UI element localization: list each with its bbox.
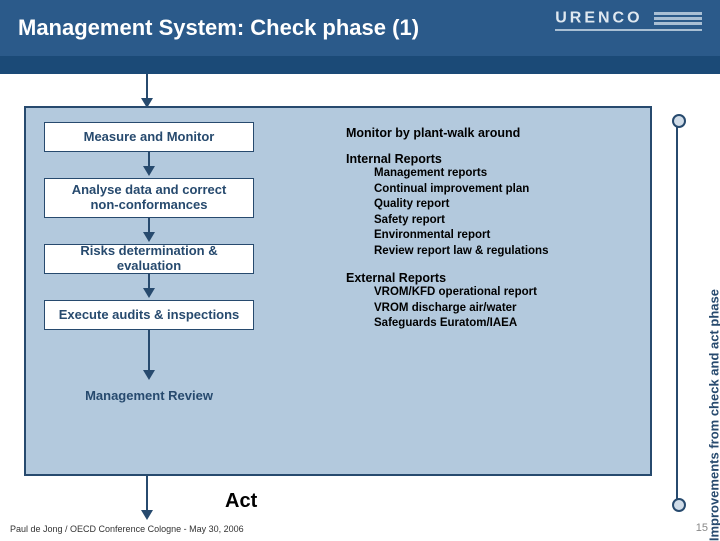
box-audits: Execute audits & inspections (44, 300, 254, 330)
internal-reports-heading: Internal Reports (346, 152, 626, 166)
page-title: Management System: Check phase (1) (18, 15, 419, 41)
list-item: VROM/KFD operational report (374, 285, 626, 301)
list-item: Safeguards Euratom/IAEA (374, 316, 626, 332)
arrow-down-icon (143, 370, 155, 380)
list-item: Review report law & regulations (374, 244, 626, 260)
list-item: Continual improvement plan (374, 182, 626, 198)
check-phase-panel: Measure and Monitor Analyse data and cor… (24, 106, 652, 476)
arrow-stem (148, 152, 150, 166)
internal-reports-list: Management reports Continual improvement… (374, 166, 626, 259)
list-item: Safety report (374, 213, 626, 229)
arrow-down-icon (141, 510, 153, 520)
list-item: Environmental report (374, 228, 626, 244)
arrow-stem (146, 476, 148, 510)
subheader-bar (0, 56, 720, 74)
logo-bars-icon (654, 10, 702, 27)
footer-text: Paul de Jong / OECD Conference Cologne -… (10, 524, 244, 534)
arrow-stem (148, 274, 150, 288)
box-management-review: Management Review (44, 382, 254, 410)
feedback-label: Improvements from check and act phase (707, 289, 720, 541)
monitor-heading: Monitor by plant-walk around (346, 126, 626, 140)
list-item: Quality report (374, 197, 626, 213)
arrow-down-icon (143, 232, 155, 242)
box-measure-monitor: Measure and Monitor (44, 122, 254, 152)
act-label: Act (225, 490, 257, 513)
arrow-stem (146, 74, 148, 98)
feedback-bar (676, 120, 678, 506)
brand-logo: URENCO (555, 10, 702, 31)
page-number: 15 (696, 522, 708, 534)
arrow-down-icon (143, 288, 155, 298)
diagram-canvas: Measure and Monitor Analyse data and cor… (0, 74, 720, 522)
title-bar: Management System: Check phase (1) URENC… (0, 0, 720, 56)
box-risks: Risks determination & evaluation (44, 244, 254, 274)
list-item: Management reports (374, 166, 626, 182)
list-item: VROM discharge air/water (374, 301, 626, 317)
box-analyse-data: Analyse data and correct non-conformance… (44, 178, 254, 218)
external-reports-heading: External Reports (346, 271, 626, 285)
arrow-down-icon (143, 166, 155, 176)
arrow-stem (148, 330, 150, 370)
arrow-stem (148, 218, 150, 232)
external-reports-list: VROM/KFD operational report VROM dischar… (374, 285, 626, 332)
right-content: Monitor by plant-walk around Internal Re… (346, 126, 626, 332)
brand-logo-text: URENCO (555, 10, 642, 27)
